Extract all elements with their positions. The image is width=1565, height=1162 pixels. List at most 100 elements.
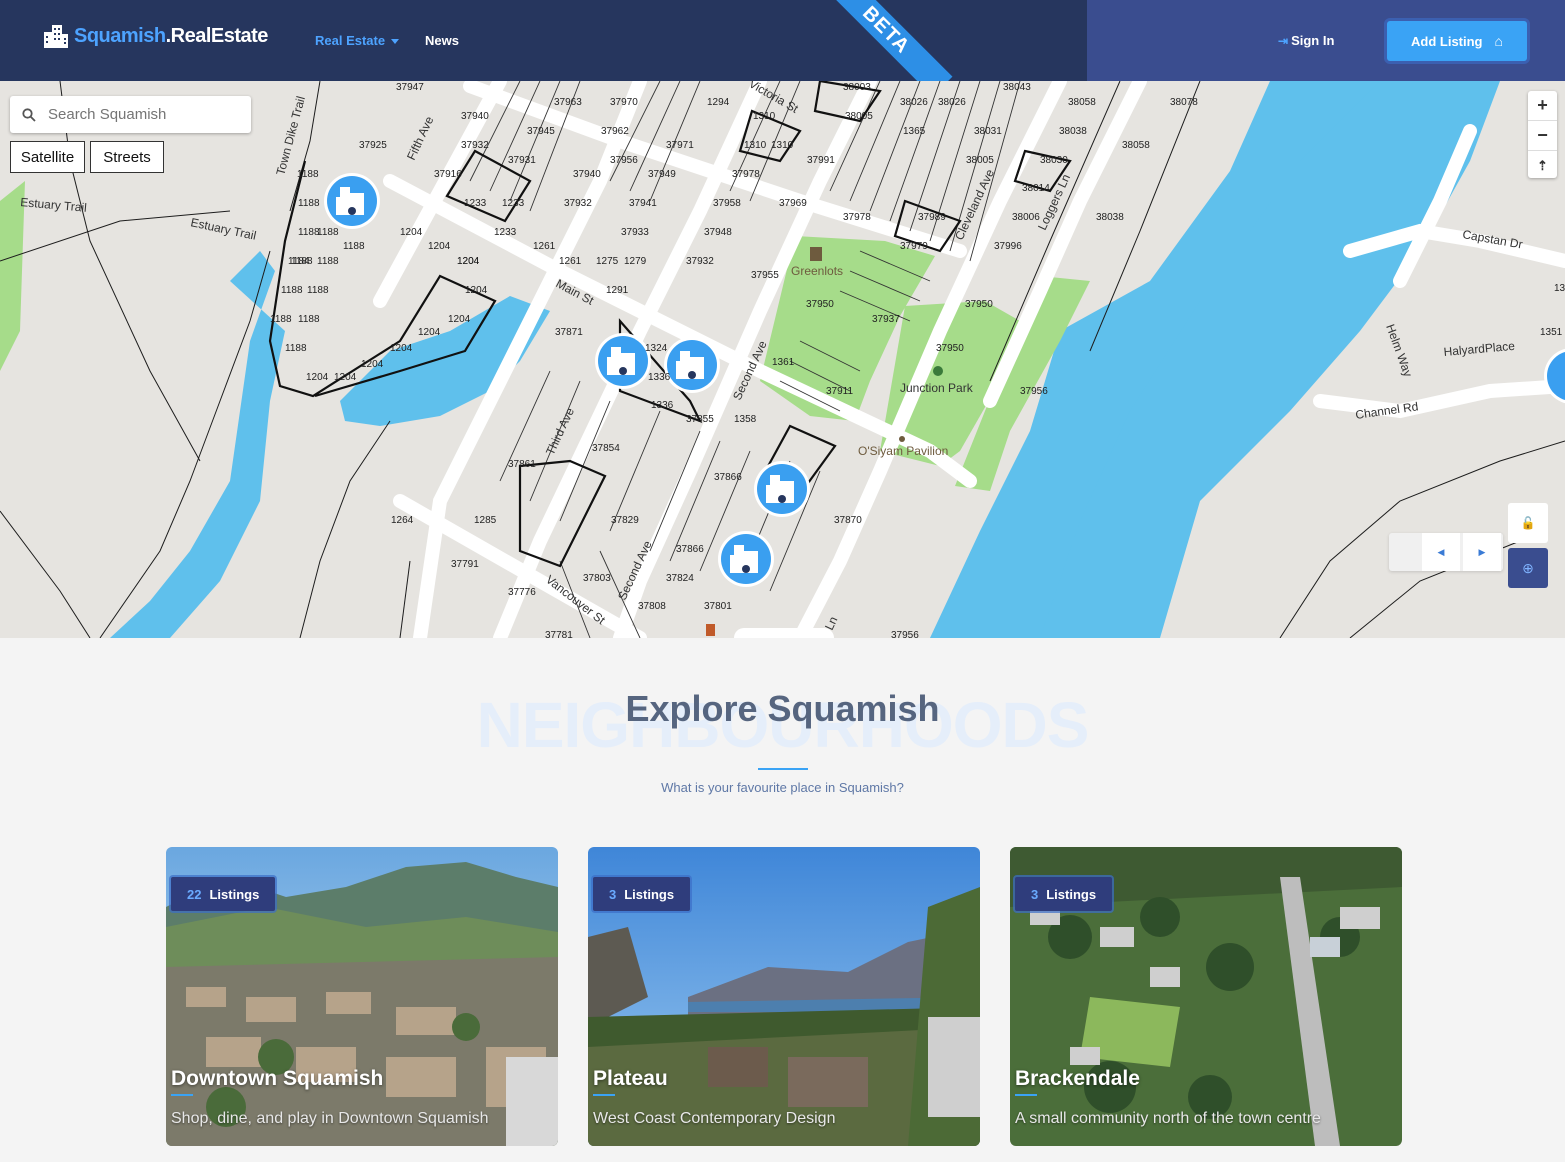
card-underline	[1015, 1094, 1037, 1096]
lot-number: 1233	[502, 198, 525, 209]
card-title: Downtown Squamish	[171, 1067, 384, 1090]
lot-number: 38005	[966, 155, 994, 166]
lot-number: 37870	[834, 515, 862, 526]
streets-toggle-button[interactable]: Streets	[90, 141, 164, 173]
lot-number: 37933	[621, 227, 649, 238]
lot-number: 38031	[974, 126, 1002, 137]
building-add-icon: ⌂	[1494, 33, 1503, 49]
lot-number: 38078	[1170, 97, 1198, 108]
listing-marker[interactable]	[754, 461, 810, 517]
lot-number: 1233	[494, 227, 517, 238]
lot-number: 37911	[826, 386, 854, 397]
lot-number: 37945	[527, 126, 555, 137]
lot-number: 37871	[555, 327, 583, 338]
lot-number: 1204	[361, 359, 384, 370]
listing-marker[interactable]	[1544, 348, 1565, 404]
lot-number: 38005	[845, 111, 873, 122]
lot-number: 38058	[1122, 140, 1150, 151]
zoom-in-button[interactable]: +	[1528, 91, 1557, 121]
lot-number: 1188	[297, 169, 319, 180]
lot-number: 37861	[508, 459, 536, 470]
svg-text:Estuary Trail: Estuary Trail	[20, 195, 88, 215]
listing-marker[interactable]	[324, 173, 380, 229]
listing-marker[interactable]	[664, 337, 720, 393]
satellite-toggle-button[interactable]: Satellite	[10, 141, 85, 173]
lot-number: 37950	[936, 343, 964, 354]
pan-left-button[interactable]: ◀	[1422, 533, 1460, 571]
add-listing-button[interactable]: Add Listing ⌂	[1387, 21, 1527, 61]
lot-number: 1279	[624, 256, 647, 267]
listing-count-badge: 3 Listings	[593, 877, 691, 911]
lot-number: 38003	[843, 82, 871, 93]
lot-number: 1188	[298, 198, 320, 209]
lot-number: 37979	[900, 241, 928, 252]
lot-number: 1204	[400, 227, 423, 238]
svg-text:Greenlots: Greenlots	[791, 264, 843, 278]
lot-number: 1310	[771, 140, 794, 151]
map-resize-handle[interactable]	[734, 628, 834, 638]
neighbourhood-card-downtown[interactable]: 22 Listings Downtown Squamish Shop, dine,…	[166, 847, 558, 1146]
lot-number: 1233	[464, 198, 487, 209]
map-view[interactable]: Fifth Ave Main St Third Ave Second Ave S…	[0, 81, 1565, 638]
lot-number: 38026	[938, 97, 966, 108]
lot-number: 37941	[629, 198, 657, 209]
lot-number: 1188	[317, 227, 339, 238]
lot-number: 37932	[564, 198, 592, 209]
map-canvas[interactable]: Fifth Ave Main St Third Ave Second Ave S…	[0, 81, 1565, 638]
svg-text:Third Ave: Third Ave	[543, 405, 577, 457]
lot-number: 37932	[461, 140, 489, 151]
lot-number: 37978	[843, 212, 871, 223]
chevron-down-icon	[391, 39, 400, 45]
neighbourhood-card-plateau[interactable]: 3 Listings Plateau West Coast Contemporar…	[588, 847, 980, 1146]
lot-number: 37956	[891, 630, 919, 638]
search-input[interactable]	[46, 105, 240, 124]
lot-number: 1204	[390, 343, 413, 354]
lot-number: 1204	[457, 256, 480, 267]
neighbourhood-card-brackendale[interactable]: 3 Listings Brackendale A small community …	[1010, 847, 1402, 1146]
map-search[interactable]	[10, 96, 251, 133]
lot-number: 38030	[1040, 155, 1068, 166]
lock-button[interactable]: 🔓	[1508, 503, 1548, 543]
lot-number: 1324	[645, 343, 668, 354]
caret-left-icon: ◀	[1437, 547, 1445, 557]
lot-number: 1204	[334, 372, 357, 383]
locate-button[interactable]: ⊕	[1508, 548, 1548, 588]
lot-number: 37950	[965, 299, 993, 310]
lot-number: 1285	[474, 515, 497, 526]
lot-number: 37940	[573, 169, 601, 180]
title-divider	[758, 768, 808, 770]
logo-text: Squamish.RealEstate	[74, 24, 268, 47]
listing-marker[interactable]	[595, 333, 651, 389]
pan-right-button[interactable]: ▶	[1463, 533, 1501, 571]
lot-number: 37996	[994, 241, 1022, 252]
lot-number: 37855	[686, 414, 714, 425]
lot-number: 1294	[707, 97, 730, 108]
lot-number: 1358	[734, 414, 757, 425]
lot-number: 1204	[418, 327, 441, 338]
compass-button[interactable]: ⇡	[1528, 151, 1557, 180]
lot-number: 38038	[1059, 126, 1087, 137]
search-icon	[22, 107, 36, 122]
lot-number: 37962	[601, 126, 629, 137]
listing-marker[interactable]	[718, 531, 774, 587]
lot-number: 37803	[583, 573, 611, 584]
zoom-out-button[interactable]: −	[1528, 121, 1557, 151]
lot-number: 37969	[779, 198, 807, 209]
nav-real-estate[interactable]: Real Estate	[315, 33, 400, 48]
listing-count-badge: 3 Listings	[1015, 877, 1113, 911]
lot-number: 1264	[391, 515, 414, 526]
lot-number: 37948	[704, 227, 732, 238]
nav-news[interactable]: News	[425, 33, 459, 48]
lot-number: 1336	[648, 372, 671, 383]
lot-number: 37940	[461, 111, 489, 122]
lot-number: 37955	[751, 270, 779, 281]
lot-number: 38043	[1003, 82, 1031, 93]
lot-number: 1261	[533, 241, 556, 252]
lot-number: 37970	[610, 97, 638, 108]
lot-number: 38006	[1012, 212, 1040, 223]
card-underline	[171, 1094, 193, 1096]
logo[interactable]: Squamish.RealEstate	[42, 20, 268, 52]
sign-in-link[interactable]: ⇥ Sign In	[1278, 33, 1334, 48]
lot-number: 38026	[900, 97, 928, 108]
lot-number: 1188	[281, 285, 303, 296]
